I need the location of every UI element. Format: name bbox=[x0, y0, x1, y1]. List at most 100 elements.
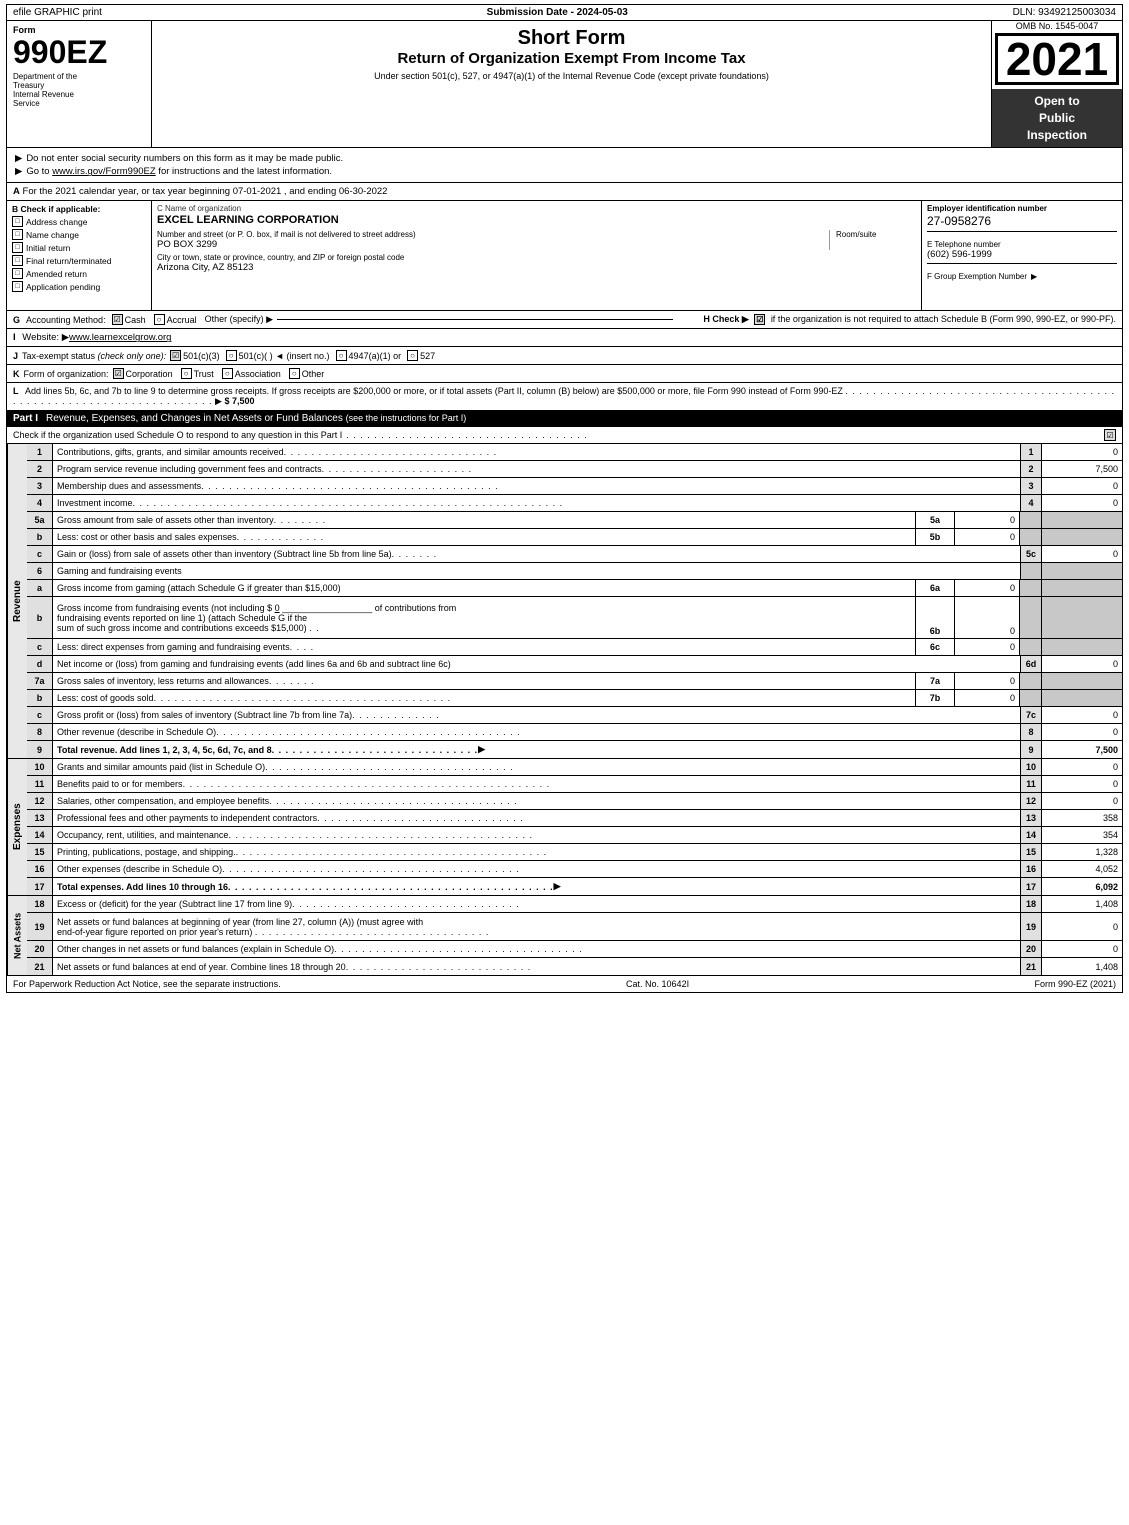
row-2-value: 7,500 bbox=[1042, 461, 1122, 477]
row-7a-lineref: 7a bbox=[915, 673, 955, 689]
irs-link[interactable]: www.irs.gov/Form990EZ bbox=[52, 166, 155, 177]
row-3-value: 0 bbox=[1042, 478, 1122, 494]
name-change-row: □ Name change bbox=[12, 229, 146, 240]
row-18-value: 1,408 bbox=[1042, 896, 1122, 912]
section-g-title: Accounting Method: bbox=[26, 315, 106, 325]
row-10-num: 10 bbox=[27, 759, 53, 775]
row-3-colnum: 3 bbox=[1020, 478, 1042, 494]
website-link[interactable]: www.learnexcelgrow.org bbox=[69, 332, 171, 343]
initial-return-checkbox[interactable]: □ bbox=[12, 242, 23, 253]
row-19-num: 19 bbox=[27, 913, 53, 940]
cash-checkbox[interactable]: ☑ bbox=[112, 314, 123, 325]
row-7c-num: c bbox=[27, 707, 53, 723]
row-5a-colnum bbox=[1020, 512, 1042, 528]
row-4-num: 4 bbox=[27, 495, 53, 511]
amended-return-checkbox[interactable]: □ bbox=[12, 268, 23, 279]
row-3: 3 Membership dues and assessments . . . … bbox=[27, 478, 1122, 495]
row-8-colnum: 8 bbox=[1020, 724, 1042, 740]
net-assets-side-label: Net Assets bbox=[7, 896, 27, 975]
application-pending-checkbox[interactable]: □ bbox=[12, 281, 23, 292]
part-i-checkbox[interactable]: ☑ bbox=[1104, 429, 1116, 441]
row-17-num: 17 bbox=[27, 878, 53, 895]
row-5c-value: 0 bbox=[1042, 546, 1122, 562]
row-6a-num: a bbox=[27, 580, 53, 596]
expenses-section: Expenses 10 Grants and similar amounts p… bbox=[6, 759, 1123, 896]
row-16-num: 16 bbox=[27, 861, 53, 877]
row-1: 1 Contributions, gifts, grants, and simi… bbox=[27, 444, 1122, 461]
row-15-num: 15 bbox=[27, 844, 53, 860]
row-9-colnum: 9 bbox=[1020, 741, 1042, 758]
top-bar: efile GRAPHIC print Submission Date - 20… bbox=[6, 4, 1123, 21]
row-6c-value bbox=[1042, 639, 1122, 655]
section-k-label: K bbox=[13, 369, 20, 379]
j-501c3-checkbox[interactable]: ☑ bbox=[170, 350, 181, 361]
part-i-title: Revenue, Expenses, and Changes in Net As… bbox=[46, 413, 466, 424]
row-5b-num: b bbox=[27, 529, 53, 545]
address-change-checkbox[interactable]: □ bbox=[12, 216, 23, 227]
h-checkbox[interactable]: ☑ bbox=[754, 314, 765, 325]
row-5b-lineval: 0 bbox=[955, 529, 1020, 545]
row-20-value: 0 bbox=[1042, 941, 1122, 957]
name-change-checkbox[interactable]: □ bbox=[12, 229, 23, 240]
k-other-checkbox[interactable]: ○ bbox=[289, 368, 300, 379]
row-6b-lineval: 0 bbox=[955, 597, 1020, 638]
row-1-num: 1 bbox=[27, 444, 53, 460]
row-18-desc: Excess or (deficit) for the year (Subtra… bbox=[53, 896, 1020, 912]
row-8-desc: Other revenue (describe in Schedule O) .… bbox=[53, 724, 1020, 740]
row-17-value: 6,092 bbox=[1042, 878, 1122, 895]
row-18-colnum: 18 bbox=[1020, 896, 1042, 912]
k-trust-checkbox[interactable]: ○ bbox=[181, 368, 192, 379]
application-pending-row: □ Application pending bbox=[12, 281, 146, 292]
row-7a-value bbox=[1042, 673, 1122, 689]
efile-label: efile GRAPHIC print bbox=[13, 7, 102, 18]
name-change-label: Name change bbox=[26, 230, 79, 240]
other-line bbox=[277, 319, 673, 320]
dept-info: Department of the Treasury Internal Reve… bbox=[13, 72, 145, 108]
row-16: 16 Other expenses (describe in Schedule … bbox=[27, 861, 1122, 878]
j-501c-checkbox[interactable]: ○ bbox=[226, 350, 237, 361]
address-change-row: □ Address change bbox=[12, 216, 146, 227]
row-12-colnum: 12 bbox=[1020, 793, 1042, 809]
row-6b-lineref: 6b bbox=[915, 597, 955, 638]
k-assoc-checkbox[interactable]: ○ bbox=[222, 368, 233, 379]
row-6: 6 Gaming and fundraising events bbox=[27, 563, 1122, 580]
accrual-checkbox[interactable]: ○ bbox=[154, 314, 165, 325]
row-5a-desc: Gross amount from sale of assets other t… bbox=[53, 512, 915, 528]
initial-return-label: Initial return bbox=[26, 243, 70, 253]
row-6-colnum bbox=[1020, 563, 1042, 579]
row-7c-colnum: 7c bbox=[1020, 707, 1042, 723]
section-c: C Name of organization EXCEL LEARNING CO… bbox=[152, 201, 922, 310]
row-8-num: 8 bbox=[27, 724, 53, 740]
row-1-value: 0 bbox=[1042, 444, 1122, 460]
ein-value: 27-0958276 bbox=[927, 214, 1117, 232]
row-21: 21 Net assets or fund balances at end of… bbox=[27, 958, 1122, 975]
row-10-value: 0 bbox=[1042, 759, 1122, 775]
row-20-colnum: 20 bbox=[1020, 941, 1042, 957]
main-header: Form 990EZ Department of the Treasury In… bbox=[6, 21, 1123, 148]
row-15: 15 Printing, publications, postage, and … bbox=[27, 844, 1122, 861]
final-return-checkbox[interactable]: □ bbox=[12, 255, 23, 266]
row-9-value: 7,500 bbox=[1042, 741, 1122, 758]
row-18-num: 18 bbox=[27, 896, 53, 912]
row-12-value: 0 bbox=[1042, 793, 1122, 809]
row-9: 9 Total revenue. Add lines 1, 2, 3, 4, 5… bbox=[27, 741, 1122, 758]
section-l-label: L bbox=[13, 386, 19, 396]
row-4: 4 Investment income . . . . . . . . . . … bbox=[27, 495, 1122, 512]
row-5a: 5a Gross amount from sale of assets othe… bbox=[27, 512, 1122, 529]
row-6-value bbox=[1042, 563, 1122, 579]
row-21-value: 1,408 bbox=[1042, 958, 1122, 975]
part-i-check-row: Check if the organization used Schedule … bbox=[6, 427, 1123, 444]
instructions-box: ▶ Do not enter social security numbers o… bbox=[7, 148, 1122, 182]
j-4947a1-checkbox[interactable]: ○ bbox=[336, 350, 347, 361]
row-13-num: 13 bbox=[27, 810, 53, 826]
j-527-checkbox[interactable]: ○ bbox=[407, 350, 418, 361]
section-l: L Add lines 5b, 6c, and 7b to line 9 to … bbox=[7, 383, 1122, 410]
row-11-desc: Benefits paid to or for members . . . . … bbox=[53, 776, 1020, 792]
section-a-text: For the 2021 calendar year, or tax year … bbox=[23, 186, 388, 197]
row-6b-colnum bbox=[1020, 597, 1042, 638]
k-corp-checkbox[interactable]: ☑ bbox=[113, 368, 124, 379]
row-1-desc: Contributions, gifts, grants, and simila… bbox=[53, 444, 1020, 460]
room-label: Room/suite bbox=[836, 230, 916, 239]
row-7b-colnum bbox=[1020, 690, 1042, 706]
row-13-colnum: 13 bbox=[1020, 810, 1042, 826]
